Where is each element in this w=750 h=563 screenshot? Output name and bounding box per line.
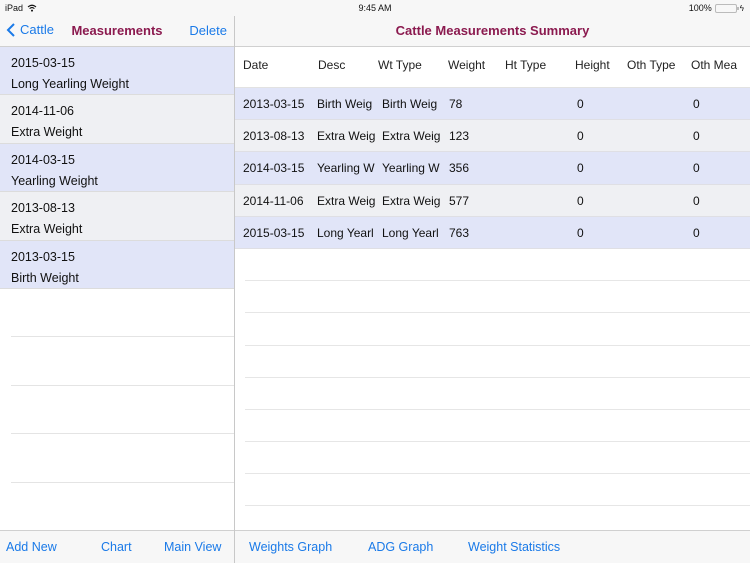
empty-row — [245, 474, 750, 507]
table-body: 2013-03-15 Birth Weig Birth Weig 78 0 0 2013-0… — [235, 88, 750, 539]
empty-row — [11, 434, 234, 483]
measurements-list: 2015-03-15 Long Yearling Weight 2014-11-… — [0, 47, 234, 483]
master-navbar: Cattle Measurements Delete — [0, 16, 234, 47]
weights-graph-button[interactable]: Weights Graph — [249, 540, 332, 554]
list-item[interactable]: 2014-03-15 Yearling Weight — [0, 143, 234, 193]
list-item[interactable]: 2013-03-15 Birth Weight — [0, 240, 234, 289]
detail-title: Cattle Measurements Summary — [395, 23, 590, 38]
battery-icon — [714, 3, 739, 13]
cell-date: 2013-08-13 — [243, 129, 305, 144]
cell-oth-mea: 0 — [693, 193, 700, 208]
status-bar: iPad 9:45 AM 100% ϟ — [0, 0, 750, 16]
col-date: Date — [243, 58, 269, 72]
cell-desc: Yearling W — [317, 161, 375, 176]
item-desc: Extra Weight — [11, 222, 83, 237]
empty-row — [245, 249, 750, 282]
cell-desc: Extra Weig — [317, 129, 376, 144]
cell-height: 0 — [577, 129, 584, 144]
table-row[interactable]: 2015-03-15 Long Yearl Long Yearl 763 0 0 — [235, 216, 750, 249]
cell-height: 0 — [577, 97, 584, 111]
item-desc: Extra Weight — [11, 125, 83, 140]
cell-weight: 763 — [449, 225, 470, 240]
cell-oth-mea: 0 — [693, 225, 700, 240]
table-row[interactable]: 2014-03-15 Yearling W Yearling W 356 0 0 — [235, 152, 750, 185]
status-right: 100% ϟ — [689, 3, 744, 13]
col-wt-type: Wt Type — [378, 58, 422, 72]
cell-desc: Birth Weig — [317, 97, 373, 111]
adg-graph-button[interactable]: ADG Graph — [368, 540, 433, 554]
list-item[interactable]: 2015-03-15 Long Yearling Weight — [0, 47, 234, 96]
master-toolbar: Add New Chart Main View — [0, 530, 234, 563]
cell-oth-mea: 0 — [693, 161, 700, 176]
charging-icon: ϟ — [739, 3, 744, 13]
cell-oth-mea: 0 — [693, 129, 700, 144]
empty-row — [245, 281, 750, 314]
table-header: Date Desc Wt Type Weight Ht Type Height … — [235, 47, 750, 88]
cell-weight: 577 — [449, 193, 470, 208]
empty-row — [245, 378, 750, 410]
cell-desc: Long Yearl — [317, 225, 374, 240]
item-date: 2015-03-15 — [11, 56, 75, 70]
table-row[interactable]: 2013-08-13 Extra Weig Extra Weig 123 0 0 — [235, 120, 750, 153]
col-oth-type: Oth Type — [627, 58, 676, 72]
battery-percent: 100% — [688, 3, 712, 13]
cell-date: 2014-03-15 — [243, 161, 305, 176]
cell-wt-type: Extra Weig — [382, 193, 441, 208]
list-item[interactable]: 2014-11-06 Extra Weight — [0, 95, 234, 144]
cell-wt-type: Long Yearl — [382, 225, 439, 240]
item-desc: Birth Weight — [11, 270, 79, 285]
col-oth-mea: Oth Mea — [691, 58, 738, 72]
empty-row — [11, 386, 234, 435]
detail-pane: Cattle Measurements Summary Date Desc Wt… — [235, 0, 750, 563]
item-date: 2014-03-15 — [11, 152, 75, 167]
col-weight: Weight — [448, 58, 486, 72]
col-ht-type: Ht Type — [505, 58, 547, 72]
detail-navbar: Cattle Measurements Summary — [235, 16, 750, 47]
chart-button[interactable]: Chart — [101, 540, 132, 554]
item-date: 2014-11-06 — [11, 104, 75, 119]
weight-statistics-button[interactable]: Weight Statistics — [468, 540, 560, 554]
cell-weight: 78 — [449, 97, 463, 111]
empty-row — [11, 289, 234, 338]
cell-height: 0 — [577, 161, 584, 176]
cell-date: 2013-03-15 — [243, 97, 305, 111]
cell-wt-type: Birth Weig — [382, 97, 438, 111]
cell-height: 0 — [577, 225, 584, 240]
empty-row — [245, 442, 750, 475]
item-date: 2013-08-13 — [11, 201, 75, 216]
empty-row — [245, 410, 750, 443]
item-date: 2013-03-15 — [11, 249, 75, 264]
item-desc: Yearling Weight — [11, 173, 98, 188]
col-desc: Desc — [318, 58, 346, 72]
main-view-button[interactable]: Main View — [164, 540, 221, 554]
cell-height: 0 — [577, 193, 584, 208]
empty-row — [11, 337, 234, 386]
empty-row — [245, 313, 750, 346]
item-desc: Long Yearling Weight — [11, 77, 129, 91]
cell-date: 2014-11-06 — [243, 193, 304, 208]
status-time: 9:45 AM — [358, 3, 392, 13]
cell-wt-type: Extra Weig — [382, 129, 441, 144]
table-row[interactable]: 2013-03-15 Birth Weig Birth Weig 78 0 0 — [235, 88, 750, 121]
cell-weight: 123 — [449, 129, 470, 144]
master-pane: Cattle Measurements Delete 2015-03-15 Lo… — [0, 0, 235, 563]
list-item[interactable]: 2013-08-13 Extra Weight — [0, 192, 234, 241]
table-row[interactable]: 2014-11-06 Extra Weig Extra Weig 577 0 0 — [235, 184, 750, 217]
delete-button[interactable]: Delete — [189, 23, 227, 38]
cell-date: 2015-03-15 — [243, 225, 305, 240]
cell-wt-type: Yearling W — [382, 161, 440, 176]
col-height: Height — [575, 58, 610, 72]
add-new-button[interactable]: Add New — [6, 540, 57, 554]
cell-desc: Extra Weig — [317, 193, 376, 208]
detail-toolbar: Weights Graph ADG Graph Weight Statistic… — [235, 530, 750, 563]
cell-oth-mea: 0 — [693, 97, 700, 111]
empty-row — [245, 346, 750, 378]
cell-weight: 356 — [449, 161, 470, 176]
